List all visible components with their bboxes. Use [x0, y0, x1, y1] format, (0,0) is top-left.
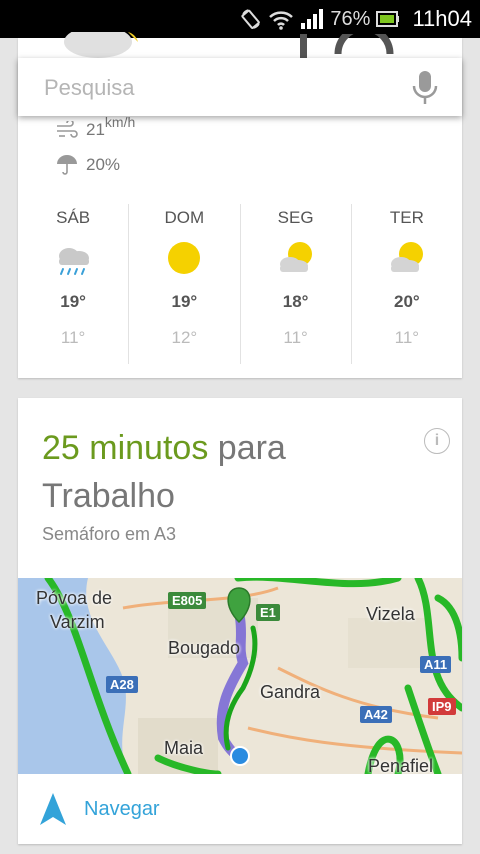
map-label-bougado: Bougado — [168, 638, 241, 658]
road-badge-a28: A28 — [106, 676, 138, 693]
forecast-day: SEG 18° 11° — [239, 204, 351, 364]
clock: 11h04 — [412, 6, 472, 31]
commute-connector: para — [217, 429, 286, 467]
forecast-day: TER 20° 11° — [350, 204, 462, 364]
low-temp: 11° — [60, 328, 86, 347]
low-temp: 11° — [394, 328, 420, 347]
map-label-vizela: Vizela — [366, 604, 415, 624]
umbrella-icon — [57, 155, 77, 175]
road-badge-a11: A11 — [420, 656, 452, 673]
forecast-day: SÁB 19° 11° — [18, 204, 128, 364]
low-temp: 12° — [171, 328, 198, 347]
battery-icon — [376, 11, 400, 27]
map-label-maia: Maia — [164, 738, 204, 758]
rotation-icon — [241, 9, 261, 29]
high-temp: 18° — [282, 292, 309, 311]
navigation-arrow-icon — [40, 793, 66, 825]
info-icon[interactable]: i — [424, 428, 450, 454]
navigate-label: Navegar — [84, 797, 160, 820]
low-temp: 11° — [283, 328, 308, 347]
traffic-status: Semáforo em A3 — [42, 524, 177, 544]
battery-percent: 76% — [330, 7, 371, 30]
day-name: SEG — [277, 208, 314, 227]
wind-speed: 21 — [86, 120, 105, 139]
search-bar[interactable] — [18, 58, 462, 118]
road-badge-e805: E805 — [168, 592, 207, 609]
partly-cloudy-icon — [279, 242, 312, 272]
map-label-gandra: Gandra — [260, 682, 321, 702]
partly-cloudy-icon — [390, 242, 423, 272]
commute-title: 25 minutos para Trabalho — [42, 424, 412, 520]
road-badge-e1: E1 — [256, 604, 280, 621]
rain-cloud-icon — [59, 248, 90, 275]
commute-duration: 25 minutos — [42, 429, 209, 467]
map-label-varzim: Varzim — [50, 612, 105, 632]
commute-card[interactable]: 25 minutos para Trabalho i Semáforo em A… — [18, 398, 462, 844]
search-input[interactable] — [42, 58, 386, 118]
forecast-row: SÁB 19° 11° DOM 19° 12° SEG 18° 11° TER … — [18, 204, 462, 364]
day-name: SÁB — [56, 208, 91, 227]
signal-icon — [301, 9, 324, 29]
high-temp: 19° — [171, 292, 198, 311]
commute-destination: Trabalho — [42, 477, 175, 515]
day-name: TER — [389, 208, 424, 227]
road-badge-ip9: IP9 — [428, 698, 456, 715]
forecast-day: DOM 19° 12° — [128, 204, 239, 364]
microphone-icon[interactable] — [410, 70, 440, 106]
precipitation-info: 20% — [56, 154, 120, 176]
map-label-penafiel: Penafiel — [368, 756, 434, 774]
high-temp: 19° — [60, 292, 86, 311]
route-map[interactable]: Póvoa de Varzim Bougado Vizela Gandra Ma… — [18, 578, 462, 774]
road-badge-a42: A42 — [360, 706, 392, 723]
weather-cloud-icon — [64, 32, 138, 58]
day-name: DOM — [164, 208, 205, 227]
map-label-povoa: Póvoa de — [36, 588, 113, 608]
navigate-button[interactable]: Navegar — [18, 774, 462, 844]
wind-icon — [57, 121, 78, 138]
wifi-icon — [269, 11, 294, 30]
sun-icon — [168, 242, 201, 274]
high-temp: 20° — [394, 292, 420, 311]
wind-info: 21km/h — [56, 114, 135, 140]
precipitation-value: 20% — [86, 155, 121, 174]
